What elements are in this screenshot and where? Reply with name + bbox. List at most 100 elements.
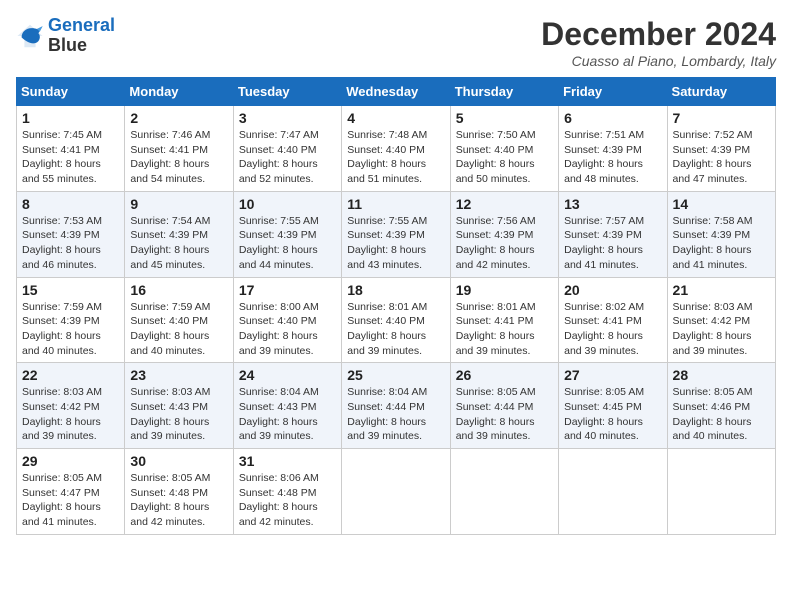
day-number: 20 <box>564 282 661 298</box>
day-cell: 22Sunrise: 8:03 AM Sunset: 4:42 PM Dayli… <box>17 363 125 449</box>
day-number: 6 <box>564 110 661 126</box>
day-cell: 1Sunrise: 7:45 AM Sunset: 4:41 PM Daylig… <box>17 106 125 192</box>
day-cell: 6 Sunrise: 7:51 AM Sunset: 4:39 PM Daylig… <box>559 106 667 192</box>
day-cell: 27 Sunrise: 8:05 AM Sunset: 4:45 PM Dayli… <box>559 363 667 449</box>
day-cell: 8 Sunrise: 7:53 AM Sunset: 4:39 PM Daylig… <box>17 191 125 277</box>
day-info: Sunrise: 8:01 AM Sunset: 4:40 PM Dayligh… <box>347 300 444 359</box>
day-cell: 26 Sunrise: 8:05 AM Sunset: 4:44 PM Dayli… <box>450 363 558 449</box>
week-row-2: 8 Sunrise: 7:53 AM Sunset: 4:39 PM Daylig… <box>17 191 776 277</box>
day-number: 28 <box>673 367 770 383</box>
day-info: Sunrise: 8:05 AM Sunset: 4:45 PM Dayligh… <box>564 385 661 444</box>
day-info: Sunrise: 8:05 AM Sunset: 4:48 PM Dayligh… <box>130 471 227 530</box>
week-row-1: 1Sunrise: 7:45 AM Sunset: 4:41 PM Daylig… <box>17 106 776 192</box>
day-cell: 14Sunrise: 7:58 AM Sunset: 4:39 PM Dayli… <box>667 191 775 277</box>
day-number: 21 <box>673 282 770 298</box>
week-row-5: 29 Sunrise: 8:05 AM Sunset: 4:47 PM Dayli… <box>17 449 776 535</box>
day-cell: 7 Sunrise: 7:52 AM Sunset: 4:39 PM Daylig… <box>667 106 775 192</box>
week-row-3: 15 Sunrise: 7:59 AM Sunset: 4:39 PM Dayli… <box>17 277 776 363</box>
day-cell <box>559 449 667 535</box>
day-info: Sunrise: 7:55 AM Sunset: 4:39 PM Dayligh… <box>347 214 444 273</box>
day-number: 1 <box>22 110 119 126</box>
day-cell <box>342 449 450 535</box>
day-info: Sunrise: 7:59 AM Sunset: 4:40 PM Dayligh… <box>130 300 227 359</box>
day-cell: 18Sunrise: 8:01 AM Sunset: 4:40 PM Dayli… <box>342 277 450 363</box>
week-row-4: 22Sunrise: 8:03 AM Sunset: 4:42 PM Dayli… <box>17 363 776 449</box>
day-info: Sunrise: 7:50 AM Sunset: 4:40 PM Dayligh… <box>456 128 553 187</box>
day-cell: 30Sunrise: 8:05 AM Sunset: 4:48 PM Dayli… <box>125 449 233 535</box>
day-number: 3 <box>239 110 336 126</box>
month-title: December 2024 <box>541 16 776 53</box>
day-cell: 29 Sunrise: 8:05 AM Sunset: 4:47 PM Dayli… <box>17 449 125 535</box>
day-info: Sunrise: 7:46 AM Sunset: 4:41 PM Dayligh… <box>130 128 227 187</box>
header-cell-wednesday: Wednesday <box>342 78 450 106</box>
day-cell: 17 Sunrise: 8:00 AM Sunset: 4:40 PM Dayli… <box>233 277 341 363</box>
day-cell: 24Sunrise: 8:04 AM Sunset: 4:43 PM Dayli… <box>233 363 341 449</box>
day-info: Sunrise: 8:01 AM Sunset: 4:41 PM Dayligh… <box>456 300 553 359</box>
day-cell: 2 Sunrise: 7:46 AM Sunset: 4:41 PM Daylig… <box>125 106 233 192</box>
day-cell: 15 Sunrise: 7:59 AM Sunset: 4:39 PM Dayli… <box>17 277 125 363</box>
day-number: 15 <box>22 282 119 298</box>
day-info: Sunrise: 7:52 AM Sunset: 4:39 PM Dayligh… <box>673 128 770 187</box>
day-info: Sunrise: 7:57 AM Sunset: 4:39 PM Dayligh… <box>564 214 661 273</box>
header-cell-sunday: Sunday <box>17 78 125 106</box>
day-cell: 28 Sunrise: 8:05 AM Sunset: 4:46 PM Dayli… <box>667 363 775 449</box>
day-number: 4 <box>347 110 444 126</box>
day-number: 13 <box>564 196 661 212</box>
day-info: Sunrise: 8:05 AM Sunset: 4:47 PM Dayligh… <box>22 471 119 530</box>
day-info: Sunrise: 7:53 AM Sunset: 4:39 PM Dayligh… <box>22 214 119 273</box>
day-number: 16 <box>130 282 227 298</box>
day-number: 8 <box>22 196 119 212</box>
header-cell-saturday: Saturday <box>667 78 775 106</box>
day-cell: 13 Sunrise: 7:57 AM Sunset: 4:39 PM Dayli… <box>559 191 667 277</box>
day-cell: 23Sunrise: 8:03 AM Sunset: 4:43 PM Dayli… <box>125 363 233 449</box>
day-cell: 3 Sunrise: 7:47 AM Sunset: 4:40 PM Daylig… <box>233 106 341 192</box>
day-number: 31 <box>239 453 336 469</box>
page-header: General Blue December 2024 Cuasso al Pia… <box>16 16 776 69</box>
day-cell: 4 Sunrise: 7:48 AM Sunset: 4:40 PM Daylig… <box>342 106 450 192</box>
day-cell: 16 Sunrise: 7:59 AM Sunset: 4:40 PM Dayli… <box>125 277 233 363</box>
day-number: 29 <box>22 453 119 469</box>
day-number: 23 <box>130 367 227 383</box>
calendar-header: SundayMondayTuesdayWednesdayThursdayFrid… <box>17 78 776 106</box>
day-info: Sunrise: 8:05 AM Sunset: 4:44 PM Dayligh… <box>456 385 553 444</box>
day-cell <box>450 449 558 535</box>
day-cell: 12Sunrise: 7:56 AM Sunset: 4:39 PM Dayli… <box>450 191 558 277</box>
day-number: 2 <box>130 110 227 126</box>
day-number: 10 <box>239 196 336 212</box>
day-info: Sunrise: 8:04 AM Sunset: 4:43 PM Dayligh… <box>239 385 336 444</box>
day-number: 7 <box>673 110 770 126</box>
day-number: 26 <box>456 367 553 383</box>
day-number: 19 <box>456 282 553 298</box>
day-info: Sunrise: 8:04 AM Sunset: 4:44 PM Dayligh… <box>347 385 444 444</box>
day-cell: 19 Sunrise: 8:01 AM Sunset: 4:41 PM Dayli… <box>450 277 558 363</box>
header-cell-monday: Monday <box>125 78 233 106</box>
day-cell: 5 Sunrise: 7:50 AM Sunset: 4:40 PM Daylig… <box>450 106 558 192</box>
calendar-body: 1Sunrise: 7:45 AM Sunset: 4:41 PM Daylig… <box>17 106 776 535</box>
day-info: Sunrise: 7:48 AM Sunset: 4:40 PM Dayligh… <box>347 128 444 187</box>
day-cell: 10 Sunrise: 7:55 AM Sunset: 4:39 PM Dayli… <box>233 191 341 277</box>
header-cell-friday: Friday <box>559 78 667 106</box>
day-cell: 11 Sunrise: 7:55 AM Sunset: 4:39 PM Dayli… <box>342 191 450 277</box>
day-cell: 21 Sunrise: 8:03 AM Sunset: 4:42 PM Dayli… <box>667 277 775 363</box>
day-info: Sunrise: 7:54 AM Sunset: 4:39 PM Dayligh… <box>130 214 227 273</box>
logo-text: General Blue <box>48 16 115 56</box>
day-number: 11 <box>347 196 444 212</box>
day-info: Sunrise: 8:05 AM Sunset: 4:46 PM Dayligh… <box>673 385 770 444</box>
day-info: Sunrise: 7:47 AM Sunset: 4:40 PM Dayligh… <box>239 128 336 187</box>
day-number: 17 <box>239 282 336 298</box>
day-number: 27 <box>564 367 661 383</box>
day-info: Sunrise: 7:51 AM Sunset: 4:39 PM Dayligh… <box>564 128 661 187</box>
day-info: Sunrise: 7:58 AM Sunset: 4:39 PM Dayligh… <box>673 214 770 273</box>
day-info: Sunrise: 7:59 AM Sunset: 4:39 PM Dayligh… <box>22 300 119 359</box>
day-info: Sunrise: 8:02 AM Sunset: 4:41 PM Dayligh… <box>564 300 661 359</box>
day-cell: 9Sunrise: 7:54 AM Sunset: 4:39 PM Daylig… <box>125 191 233 277</box>
day-number: 12 <box>456 196 553 212</box>
day-number: 5 <box>456 110 553 126</box>
day-cell <box>667 449 775 535</box>
header-cell-thursday: Thursday <box>450 78 558 106</box>
day-info: Sunrise: 8:00 AM Sunset: 4:40 PM Dayligh… <box>239 300 336 359</box>
day-number: 25 <box>347 367 444 383</box>
day-info: Sunrise: 8:03 AM Sunset: 4:42 PM Dayligh… <box>673 300 770 359</box>
header-cell-tuesday: Tuesday <box>233 78 341 106</box>
day-info: Sunrise: 7:55 AM Sunset: 4:39 PM Dayligh… <box>239 214 336 273</box>
